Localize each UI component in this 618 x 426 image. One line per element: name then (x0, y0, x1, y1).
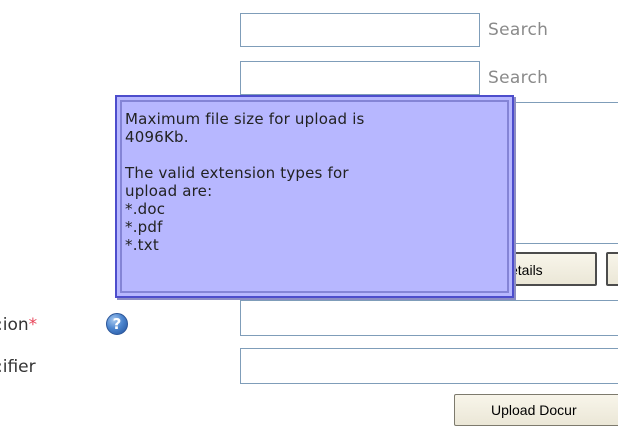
search-link-1[interactable]: Search (488, 20, 548, 40)
partial-button[interactable] (606, 252, 618, 286)
identifier-label: :ifier (0, 357, 36, 377)
search-input-1[interactable] (240, 13, 480, 47)
tooltip-gap (125, 146, 507, 164)
tooltip-extension: *.doc (125, 200, 166, 218)
tooltip-line: 4096Kb. (125, 128, 189, 146)
question-help-icon[interactable]: ? (106, 313, 128, 335)
upload-document-button[interactable]: Upload Docur (454, 394, 618, 426)
tooltip-line: Maximum file size for upload is (125, 110, 365, 128)
tooltip-content: Maximum file size for upload is 4096Kb. … (120, 100, 509, 293)
search-link-2[interactable]: Search (488, 68, 548, 88)
tooltip-line: upload are: (125, 182, 213, 200)
search-input-2[interactable] (240, 61, 480, 95)
required-marker: * (28, 315, 38, 335)
tooltip-extension: *.pdf (125, 218, 163, 236)
upload-info-tooltip: Maximum file size for upload is 4096Kb. … (115, 95, 514, 298)
identifier-input[interactable] (240, 348, 618, 384)
tooltip-extension: *.txt (125, 236, 159, 254)
field-label-1: :ion* (0, 315, 38, 335)
field-input-1[interactable] (240, 300, 618, 336)
tooltip-line: The valid extension types for (125, 164, 349, 182)
